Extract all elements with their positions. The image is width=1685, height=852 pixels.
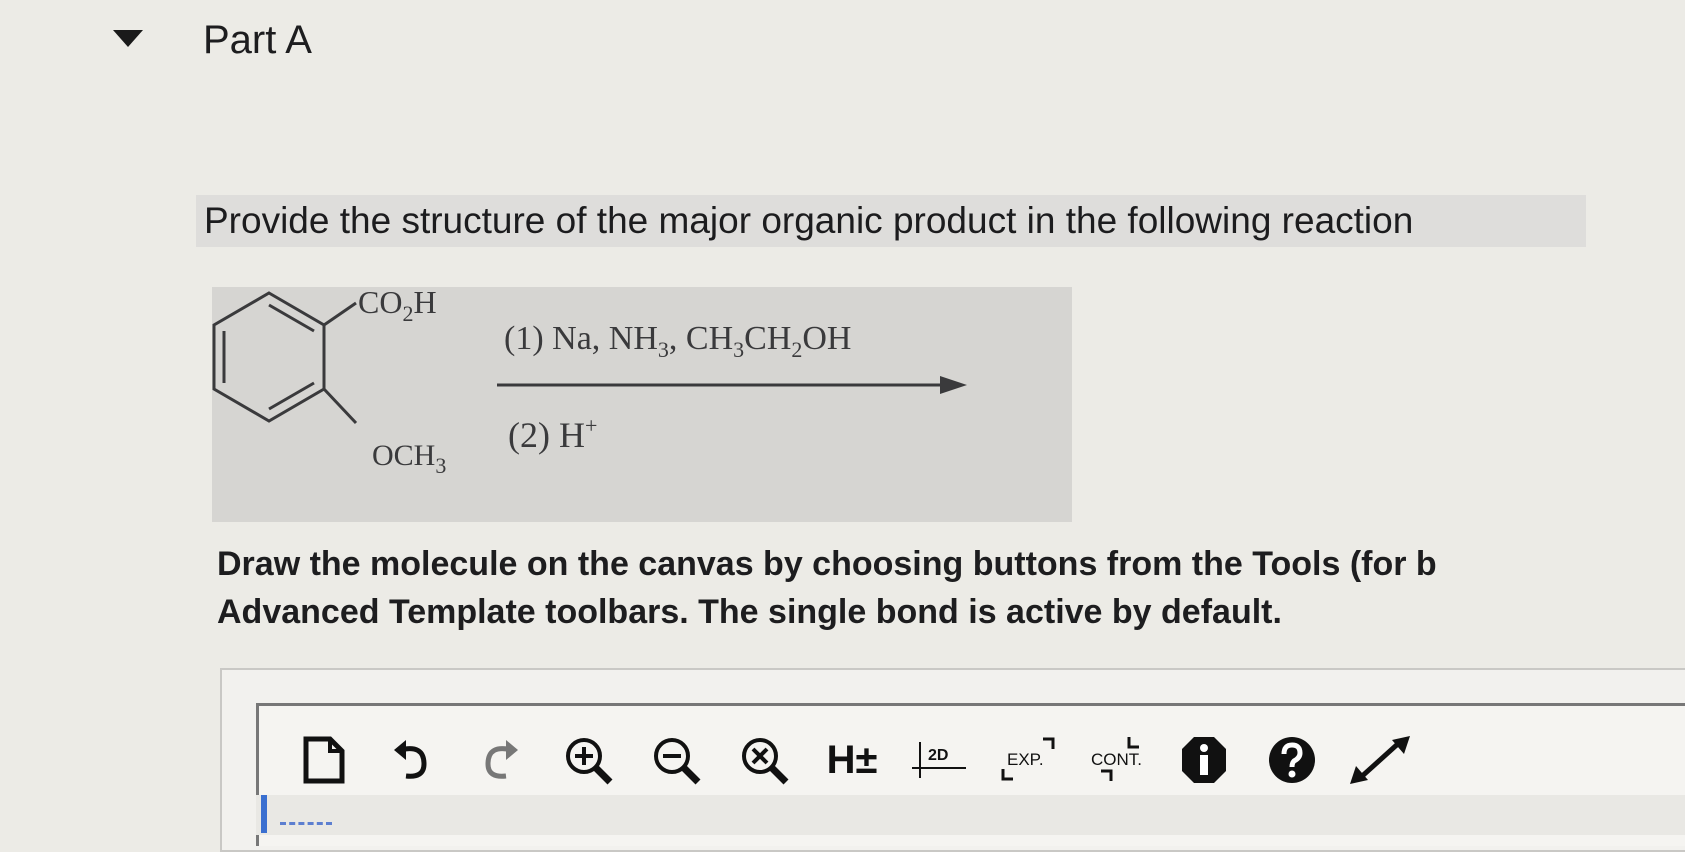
- question-text: Provide the structure of the major organ…: [196, 195, 1586, 247]
- drawing-canvas[interactable]: [256, 795, 1685, 835]
- redo-icon: [485, 740, 518, 779]
- clean-2d-icon: 2D: [912, 742, 966, 778]
- new-document-button[interactable]: [280, 728, 368, 792]
- bond-tool-indicator: [280, 822, 332, 825]
- reaction-arrow: [497, 376, 967, 394]
- reset-zoom-button[interactable]: [720, 728, 808, 792]
- svg-text:2D: 2D: [928, 747, 948, 764]
- benzene-ring: [212, 291, 358, 425]
- undo-icon: [394, 740, 427, 779]
- toggle-hydrogens-button[interactable]: H±: [808, 728, 896, 792]
- drawing-instructions: Draw the molecule on the canvas by choos…: [217, 540, 1685, 636]
- clean-2d-button[interactable]: 2D: [896, 728, 984, 792]
- undo-button[interactable]: [368, 728, 456, 792]
- reagent-step-1: (1) Na, NH: [504, 320, 658, 357]
- help-icon: [1269, 737, 1315, 783]
- new-document-icon: [303, 736, 345, 784]
- expand-icon: EXP.: [1001, 737, 1055, 781]
- svg-text:(2) H+: (2) H+: [508, 413, 597, 455]
- collapse-part-toggle-icon[interactable]: [113, 30, 143, 47]
- reaction-scheme-image: CO2H OCH3 (1) Na, NH3, CH3CH2OH (2) H+: [212, 287, 1072, 522]
- zoom-out-button[interactable]: [632, 728, 720, 792]
- svg-text:CONT.: CONT.: [1091, 750, 1142, 769]
- reset-zoom-icon: [742, 738, 789, 785]
- zoom-in-icon: [566, 738, 613, 785]
- info-icon: [1182, 737, 1226, 783]
- top-tools: H± 2D EXP. CONT.: [280, 728, 1424, 792]
- zoom-out-icon: [654, 738, 701, 785]
- hydrogen-label: H±: [826, 737, 878, 782]
- zoom-in-button[interactable]: [544, 728, 632, 792]
- svg-text:(1) Na, NH3, CH3CH2OH: (1) Na, NH3, CH3CH2OH: [504, 320, 851, 362]
- reagent-step-2: (2) H: [508, 415, 585, 455]
- left-toolbar-edge: [261, 795, 267, 833]
- redo-button[interactable]: [456, 728, 544, 792]
- expand-abbreviation-button[interactable]: EXP.: [984, 728, 1072, 792]
- och3-label: OCH: [372, 439, 435, 472]
- contract-abbreviation-button[interactable]: CONT.: [1072, 728, 1160, 792]
- svg-text:CO2H: CO2H: [358, 287, 437, 326]
- contract-icon: CONT.: [1091, 737, 1142, 781]
- co2h-label: CO: [358, 287, 402, 320]
- fullscreen-button[interactable]: [1336, 728, 1424, 792]
- svg-text:EXP.: EXP.: [1007, 750, 1044, 769]
- instructions-line-1: Draw the molecule on the canvas by choos…: [217, 545, 1437, 583]
- part-title: Part A: [203, 18, 312, 62]
- svg-text:OCH3: OCH3: [372, 439, 446, 478]
- help-button[interactable]: [1248, 728, 1336, 792]
- fullscreen-icon: [1350, 736, 1410, 784]
- instructions-line-2: Advanced Template toolbars. The single b…: [217, 593, 1282, 631]
- info-button[interactable]: [1160, 728, 1248, 792]
